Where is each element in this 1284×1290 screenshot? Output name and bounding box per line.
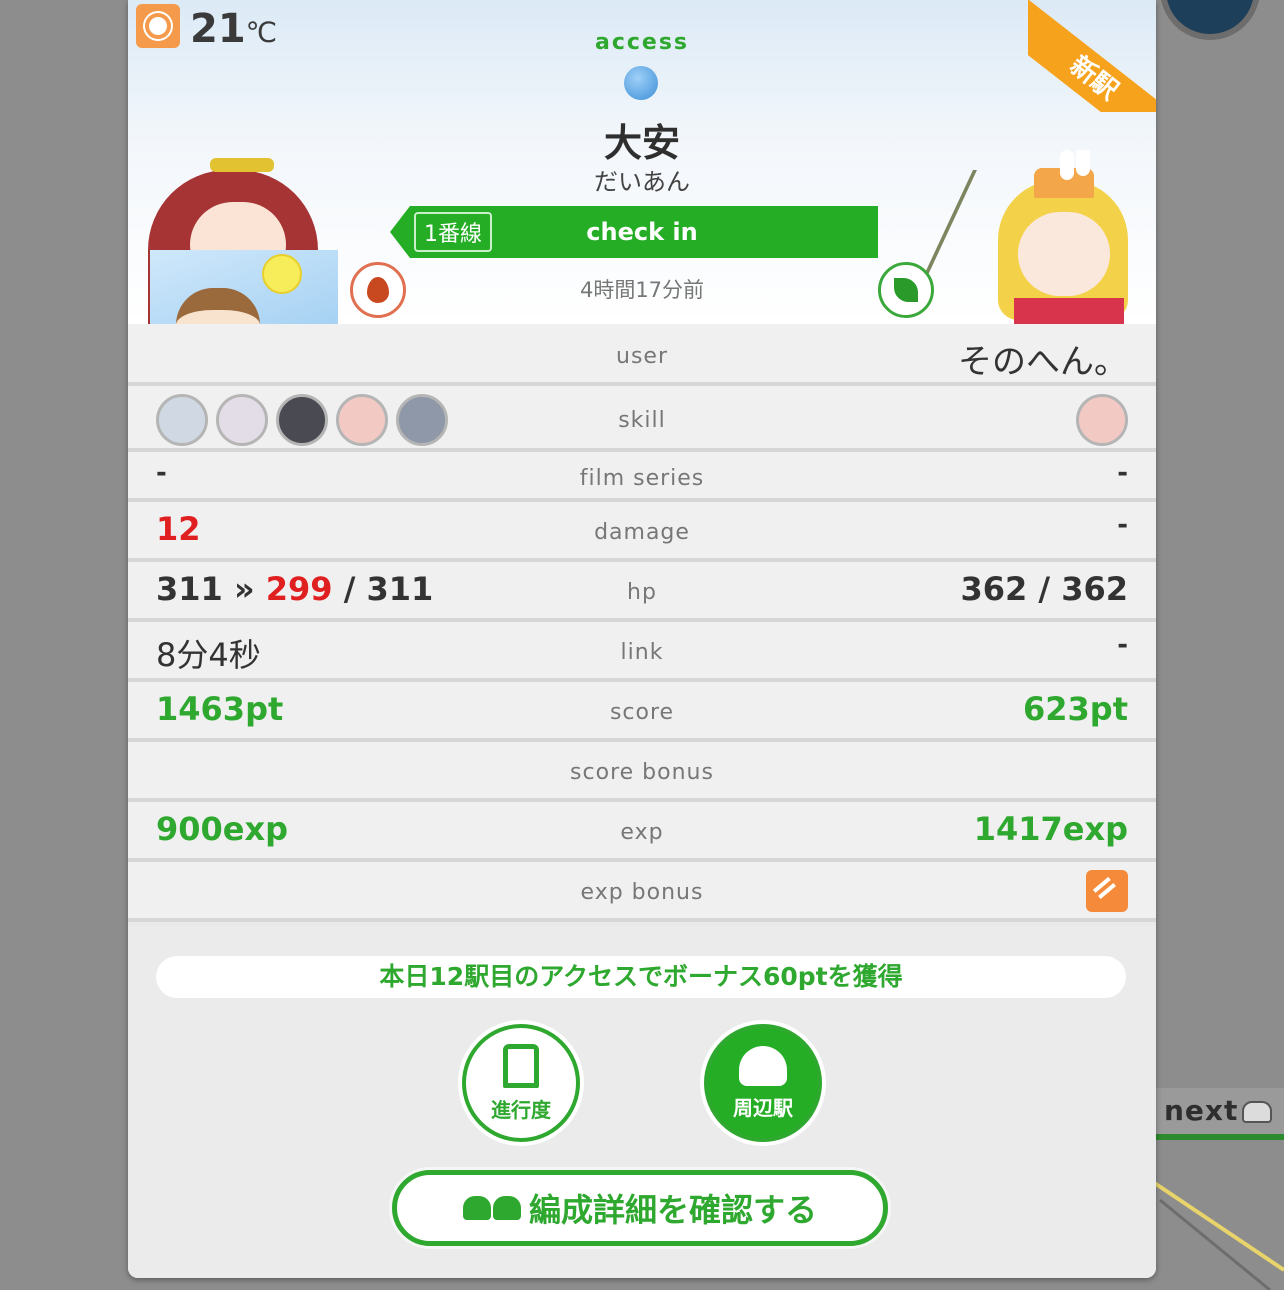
checkin-result-dialog: 21℃ 新駅 access 大安 だいあん 1番線 check in 4時間17… bbox=[128, 0, 1156, 1278]
row-damage: 12 damage - bbox=[128, 502, 1156, 562]
opponent-exp: 1417exp bbox=[973, 810, 1128, 848]
dialog-footer: 本日12駅目のアクセスでボーナス60ptを獲得 進行度 周辺駅 編成詳細を確認す… bbox=[128, 926, 1156, 1278]
row-exp-bonus: exp bonus bbox=[128, 862, 1156, 922]
row-label: score bonus bbox=[570, 760, 714, 785]
line-number-badge: 1番線 bbox=[414, 212, 492, 252]
row-label: skill bbox=[618, 408, 666, 433]
exp-bonus-item-icon[interactable] bbox=[1086, 870, 1128, 912]
opponent-score: 623pt bbox=[1023, 690, 1128, 728]
new-station-label: 新駅 bbox=[1028, 0, 1156, 112]
opponent-link-time: - bbox=[1117, 630, 1128, 660]
train-mascot-icon bbox=[1242, 1101, 1273, 1123]
background-map-marker bbox=[1160, 0, 1260, 40]
train-mascot-icon bbox=[492, 1196, 521, 1220]
opponent-hp: 362 / 362 bbox=[960, 570, 1128, 608]
formation-details-label: 編成詳細を確認する bbox=[528, 1191, 817, 1229]
nearby-stations-button[interactable]: 周辺駅 bbox=[704, 1024, 822, 1142]
background-map-lines bbox=[1150, 1178, 1284, 1290]
row-link: 8分4秒 link - bbox=[128, 622, 1156, 682]
checkin-label: check in bbox=[586, 218, 698, 246]
row-film-series: - film series - bbox=[128, 452, 1156, 502]
nearby-button-label: 周辺駅 bbox=[733, 1095, 793, 1120]
row-exp: 900exp exp 1417exp bbox=[128, 802, 1156, 862]
train-mascot-icon bbox=[462, 1196, 491, 1220]
row-user: user そのへん。 bbox=[128, 324, 1156, 386]
opponent-skill-icon[interactable] bbox=[1076, 394, 1128, 446]
row-hp: 311 » 299 / 311 hp 362 / 362 bbox=[128, 562, 1156, 622]
row-skill: skill bbox=[128, 386, 1156, 452]
row-label: damage bbox=[594, 520, 690, 545]
row-label: link bbox=[620, 640, 664, 665]
new-station-ribbon: 新駅 bbox=[1028, 0, 1156, 112]
next-button-background: next bbox=[1156, 1088, 1284, 1140]
leaf-attribute-icon bbox=[878, 262, 934, 318]
row-label: exp bonus bbox=[580, 880, 704, 905]
bonus-notice: 本日12駅目のアクセスでボーナス60ptを獲得 bbox=[156, 956, 1126, 998]
progress-button[interactable]: 進行度 bbox=[462, 1024, 580, 1142]
battle-stats-table: user そのへん。 skill - film series - 12 dama… bbox=[128, 324, 1156, 922]
fire-attribute-icon bbox=[350, 262, 406, 318]
next-label: next bbox=[1164, 1094, 1239, 1127]
row-score-bonus: score bonus bbox=[128, 742, 1156, 802]
station-dome-icon bbox=[739, 1045, 787, 1086]
access-label: access bbox=[594, 30, 690, 55]
opponent-film-series: - bbox=[1117, 458, 1128, 488]
row-score: 1463pt score 623pt bbox=[128, 682, 1156, 742]
row-label: film series bbox=[579, 466, 705, 491]
progress-button-label: 進行度 bbox=[491, 1097, 551, 1122]
row-label: score bbox=[609, 700, 675, 725]
formation-details-button[interactable]: 編成詳細を確認する bbox=[392, 1170, 888, 1246]
water-drop-icon bbox=[624, 66, 658, 100]
opponent-damage: - bbox=[1117, 510, 1128, 540]
opponent-user-name[interactable]: そのへん。 bbox=[958, 334, 1128, 383]
train-icon bbox=[503, 1043, 539, 1088]
